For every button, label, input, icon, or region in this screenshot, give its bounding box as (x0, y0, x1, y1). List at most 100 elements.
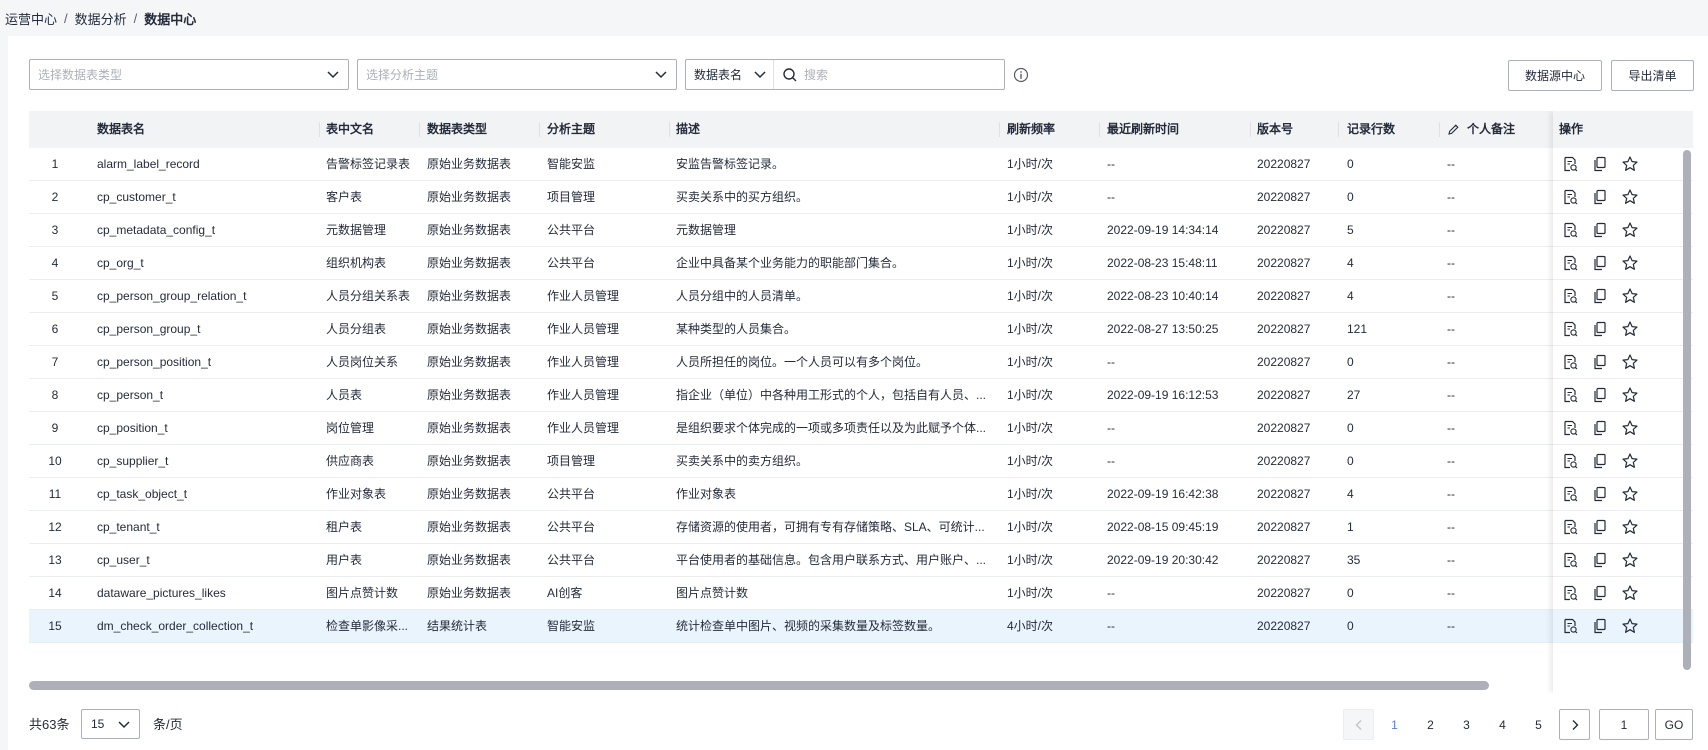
cell-type: 原始业务数据表 (427, 421, 512, 435)
table-row[interactable]: 4 cp_org_t 组织机构表 原始业务数据表 公共平台 企业中具备某个业务能力的职能部… (29, 247, 1693, 280)
horizontal-scrollbar[interactable] (29, 681, 1489, 690)
cell-freq: 1小时/次 (1007, 289, 1054, 303)
col-header-note[interactable]: 个人备注 (1467, 111, 1515, 148)
page-button-1[interactable]: 1 (1379, 709, 1410, 740)
cell-refreshed: -- (1107, 355, 1115, 369)
cell-rows: 1 (1347, 520, 1354, 534)
cell-cn-name: 元数据管理 (326, 223, 387, 237)
search-field-label: 数据表名 (694, 68, 743, 82)
cell-rows: 5 (1347, 223, 1354, 237)
col-header-name[interactable]: 数据表名 (97, 111, 145, 148)
cell-topic: 项目管理 (547, 190, 596, 204)
table-row[interactable]: 13 cp_user_t 用户表 原始业务数据表 公共平台 平台使用者的基础信息。包含用户… (29, 544, 1693, 577)
cell-desc: 买卖关系中的卖方组织。 (676, 454, 809, 468)
col-header-rows[interactable]: 记录行数 (1347, 111, 1395, 148)
cell-note: -- (1447, 553, 1455, 567)
table-row[interactable]: 3 cp_metadata_config_t 元数据管理 原始业务数据表 公共平台 元数据… (29, 214, 1693, 247)
page-jump-input[interactable]: 1 (1599, 709, 1649, 740)
cell-topic: 智能安监 (547, 619, 596, 633)
prev-page-button[interactable] (1343, 709, 1374, 740)
cell-rows: 0 (1347, 355, 1354, 369)
cell-index: 3 (51, 223, 59, 237)
breadcrumb-item-operations[interactable]: 运营中心 (5, 9, 57, 28)
cell-cn-name: 供应商表 (326, 454, 375, 468)
cell-name: dataware_pictures_likes (97, 586, 226, 600)
col-divider (539, 122, 540, 137)
page-button-5[interactable]: 5 (1523, 709, 1554, 740)
cell-rows: 121 (1347, 322, 1368, 336)
cell-refreshed: -- (1107, 619, 1115, 633)
actions-column-shadow (1553, 111, 1693, 693)
cell-cn-name: 用户表 (326, 553, 363, 567)
table-row[interactable]: 6 cp_person_group_t 人员分组表 原始业务数据表 作业人员管理 某种类型… (29, 313, 1693, 346)
cell-freq: 1小时/次 (1007, 421, 1054, 435)
cell-refreshed: -- (1107, 586, 1115, 600)
chevron-down-icon (754, 71, 766, 79)
cell-type: 原始业务数据表 (427, 487, 512, 501)
cell-name: cp_user_t (97, 553, 150, 567)
cell-cn-name: 告警标签记录表 (326, 157, 411, 171)
table-row[interactable]: 1 alarm_label_record 告警标签记录表 原始业务数据表 智能安监 安监告… (29, 148, 1693, 181)
table-row[interactable]: 12 cp_tenant_t 租户表 原始业务数据表 公共平台 存储资源的使用者，可拥有专… (29, 511, 1693, 544)
topic-select[interactable]: 选择分析主题 (357, 59, 677, 90)
col-header-freq[interactable]: 刷新频率 (1007, 111, 1055, 148)
col-header-version[interactable]: 版本号 (1257, 111, 1293, 148)
cell-note: -- (1447, 487, 1455, 501)
breadcrumb-item-current: 数据中心 (144, 11, 197, 27)
table-row[interactable]: 15 dm_check_order_collection_t 检查单影像采... 结果… (29, 610, 1693, 643)
col-header-type[interactable]: 数据表类型 (427, 111, 487, 148)
cell-topic: 作业人员管理 (547, 421, 620, 435)
table-row[interactable]: 10 cp_supplier_t 供应商表 原始业务数据表 项目管理 买卖关系中的卖方组织… (29, 445, 1693, 478)
cell-cn-name: 人员表 (326, 388, 363, 402)
cell-refreshed: 2022-09-19 20:30:42 (1107, 553, 1219, 567)
page-button-4[interactable]: 4 (1487, 709, 1518, 740)
col-header-refreshed[interactable]: 最近刷新时间 (1107, 111, 1179, 148)
vertical-scrollbar[interactable] (1683, 150, 1691, 670)
table-row[interactable]: 9 cp_position_t 岗位管理 原始业务数据表 作业人员管理 是组织要求个体完成… (29, 412, 1693, 445)
datasource-center-button[interactable]: 数据源中心 (1508, 60, 1602, 91)
search-input[interactable] (804, 60, 994, 89)
cell-topic: 作业人员管理 (547, 355, 620, 369)
search-field-select[interactable]: 数据表名 (686, 60, 774, 89)
cell-topic: 项目管理 (547, 454, 596, 468)
col-divider (1439, 122, 1440, 137)
cell-version: 20220827 (1257, 322, 1311, 336)
cell-name: cp_metadata_config_t (97, 223, 216, 237)
table-row[interactable]: 14 dataware_pictures_likes 图片点赞计数 原始业务数据表 AI… (29, 577, 1693, 610)
info-icon[interactable] (1013, 67, 1029, 83)
table-row[interactable]: 11 cp_task_object_t 作业对象表 原始业务数据表 公共平台 作业对象表 1… (29, 478, 1693, 511)
table-row[interactable]: 8 cp_person_t 人员表 原始业务数据表 作业人员管理 指企业（单位）中各种用工… (29, 379, 1693, 412)
breadcrumb-item-analysis[interactable]: 数据分析 (75, 9, 127, 28)
page-button-2[interactable]: 2 (1415, 709, 1446, 740)
cell-version: 20220827 (1257, 388, 1311, 402)
cell-cn-name: 人员岗位关系 (326, 355, 399, 369)
col-header-topic[interactable]: 分析主题 (547, 111, 595, 148)
cell-version: 20220827 (1257, 421, 1311, 435)
table-type-select[interactable]: 选择数据表类型 (29, 59, 349, 90)
col-divider (669, 122, 670, 137)
cell-topic: 作业人员管理 (547, 388, 620, 402)
cell-index: 4 (51, 256, 59, 270)
topic-placeholder: 选择分析主题 (366, 68, 439, 82)
page-button-3[interactable]: 3 (1451, 709, 1482, 740)
chevron-left-icon (1355, 719, 1361, 730)
col-header-cn-name[interactable]: 表中文名 (326, 111, 374, 148)
cell-topic: 作业人员管理 (547, 289, 620, 303)
cell-freq: 1小时/次 (1007, 355, 1054, 369)
next-page-button[interactable] (1559, 709, 1590, 740)
table-row[interactable]: 7 cp_person_position_t 人员岗位关系 原始业务数据表 作业人员管理… (29, 346, 1693, 379)
cell-rows: 35 (1347, 553, 1361, 567)
page-size-select[interactable]: 15 (81, 709, 140, 739)
table-row[interactable]: 2 cp_customer_t 客户表 原始业务数据表 项目管理 买卖关系中的买方组织。 1… (29, 181, 1693, 214)
cell-index: 15 (48, 619, 62, 633)
cell-index: 5 (51, 289, 59, 303)
cell-freq: 1小时/次 (1007, 454, 1054, 468)
table-row[interactable]: 5 cp_person_group_relation_t 人员分组关系表 原始业务数据… (29, 280, 1693, 313)
cell-rows: 0 (1347, 190, 1354, 204)
cell-refreshed: -- (1107, 190, 1115, 204)
cell-cn-name: 图片点赞计数 (326, 586, 399, 600)
cell-topic: 公共平台 (547, 553, 596, 567)
export-list-button[interactable]: 导出清单 (1611, 60, 1694, 91)
go-button[interactable]: GO (1655, 709, 1693, 740)
cell-desc: 存储资源的使用者，可拥有专有存储策略、SLA、可统计... (676, 520, 985, 534)
